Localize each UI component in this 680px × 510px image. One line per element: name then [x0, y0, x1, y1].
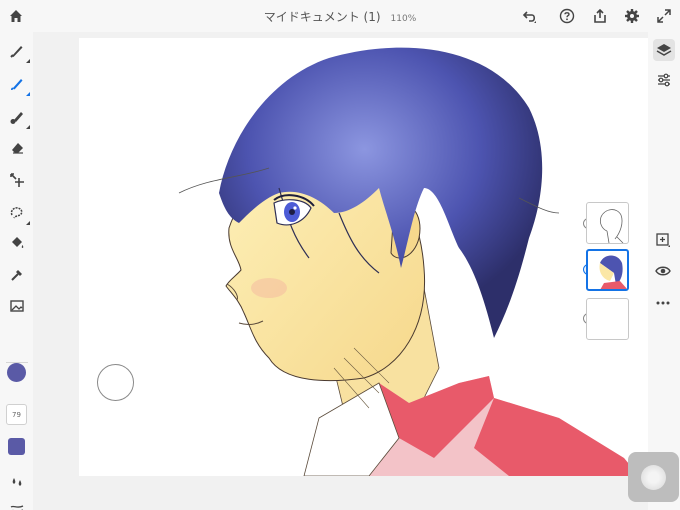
flow-color-swatch[interactable] [8, 438, 25, 455]
brush-size-value[interactable]: 79 [6, 404, 27, 425]
home-icon[interactable] [6, 6, 26, 26]
add-layer-icon[interactable] [652, 229, 674, 251]
fill-icon[interactable] [6, 232, 28, 254]
eraser-icon[interactable] [6, 137, 28, 159]
share-icon[interactable] [590, 6, 610, 26]
top-bar: マイドキュメント (1) 110% [0, 0, 680, 32]
brush-dynamics-icon[interactable] [6, 499, 28, 510]
eyedropper-icon[interactable] [6, 264, 28, 286]
help-icon[interactable] [557, 6, 577, 26]
empty-layer-thumb[interactable] [586, 298, 629, 340]
drawing-canvas[interactable] [79, 38, 648, 476]
live-brush-icon[interactable] [6, 73, 30, 96]
selection-icon[interactable] [6, 202, 30, 225]
color-layer-thumb[interactable] [586, 249, 629, 291]
undo-icon[interactable] [520, 6, 540, 26]
settings-icon[interactable] [622, 6, 642, 26]
color-swatch[interactable] [7, 363, 26, 382]
document-title[interactable]: マイドキュメント (1) [264, 10, 381, 24]
brush-cursor [97, 364, 134, 401]
brush-settings-icon[interactable] [6, 471, 28, 493]
fullscreen-icon[interactable] [654, 6, 674, 26]
transform-icon[interactable] [6, 169, 28, 191]
zoom-level: 110% [390, 14, 417, 24]
right-panel [648, 32, 680, 510]
image-icon[interactable] [6, 295, 28, 317]
visibility-icon[interactable] [652, 260, 674, 282]
vector-brush-icon[interactable] [6, 106, 30, 129]
touch-shortcut-knob[interactable] [641, 464, 666, 490]
adjustments-icon[interactable] [653, 69, 675, 91]
left-toolbar: 79 [0, 32, 33, 510]
touch-shortcut-button[interactable] [628, 452, 679, 502]
pixel-brush-icon[interactable] [6, 40, 30, 63]
artwork [178, 47, 639, 476]
document-title-area: マイドキュメント (1) 110% [0, 8, 680, 25]
toolbar-divider [6, 362, 28, 363]
sketch-layer-thumb[interactable] [586, 202, 629, 244]
more-icon[interactable] [652, 292, 674, 314]
layers-icon[interactable] [653, 39, 675, 61]
